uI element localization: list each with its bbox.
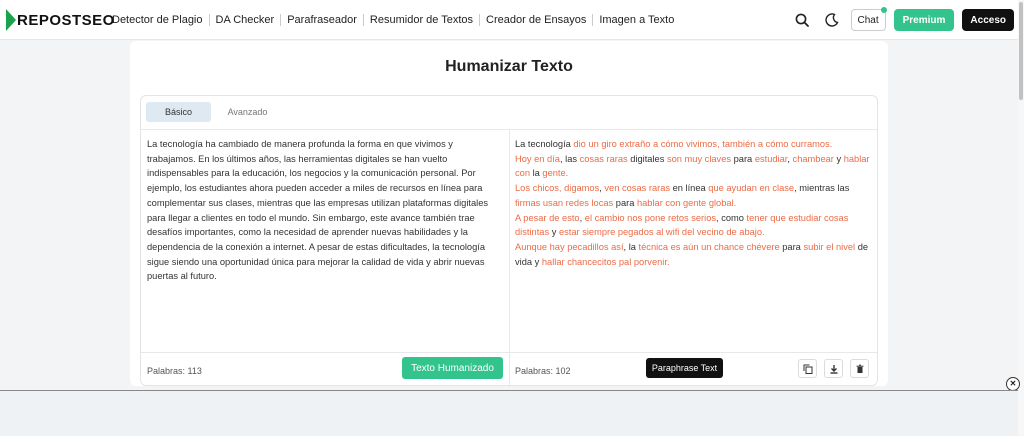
trash-icon[interactable] bbox=[850, 359, 869, 378]
close-icon[interactable]: ✕ bbox=[1006, 377, 1020, 391]
output-sentence: La tecnología dio un giro extraño a cómo… bbox=[515, 137, 870, 152]
nav-item-plagio[interactable]: Detector de Plagio bbox=[106, 14, 210, 26]
humanized-segment: Aunque hay pecadillos así bbox=[515, 241, 624, 252]
humanized-segment: gente. bbox=[542, 168, 569, 179]
humanize-button[interactable]: Texto Humanizado bbox=[402, 357, 503, 379]
original-segment: , mientras las bbox=[794, 183, 850, 194]
logo-text: REPOSTSEO bbox=[17, 11, 115, 29]
original-segment: la bbox=[530, 168, 543, 179]
bottom-banner bbox=[0, 390, 1018, 436]
humanizer-tool: Básico Avanzado La tecnología ha cambiad… bbox=[140, 95, 878, 387]
humanized-segment: hablar con gente global. bbox=[636, 197, 737, 208]
humanized-segment: Hoy en día bbox=[515, 153, 560, 164]
logo-mark bbox=[6, 9, 16, 31]
nav-item-creador-ensayos[interactable]: Creador de Ensayos bbox=[480, 14, 594, 26]
original-segment: para bbox=[779, 241, 804, 252]
header-actions: Chat Premium Acceso bbox=[791, 7, 1014, 32]
nav-item-imagen-texto[interactable]: Imagen a Texto bbox=[593, 14, 680, 26]
mode-tabs: Básico Avanzado bbox=[141, 96, 877, 130]
humanized-segment: firmas usan redes locas bbox=[515, 197, 614, 208]
humanized-segment: subir el nivel bbox=[803, 241, 856, 252]
original-segment: y bbox=[833, 153, 844, 164]
premium-button[interactable]: Premium bbox=[893, 9, 955, 31]
humanized-segment: estar siempre pegados al wifi del vecino… bbox=[558, 227, 765, 238]
original-segment: , como bbox=[716, 212, 747, 223]
humanized-segment: dio un giro extraño a cómo vivimos, tamb… bbox=[573, 139, 833, 149]
tab-basico[interactable]: Básico bbox=[146, 102, 211, 122]
original-segment: para bbox=[731, 153, 755, 164]
nav-item-resumidor[interactable]: Resumidor de Textos bbox=[364, 14, 481, 26]
humanized-segment: son muy claves bbox=[666, 153, 732, 164]
original-segment: , la bbox=[623, 241, 639, 252]
input-pane[interactable]: La tecnología ha cambiado de manera prof… bbox=[141, 130, 510, 352]
paraphrase-button[interactable]: Paraphrase Text bbox=[646, 358, 723, 378]
humanized-segment: hallar chancecitos pal porvenir. bbox=[541, 256, 670, 267]
scrollbar-track[interactable] bbox=[1018, 0, 1024, 435]
input-text[interactable]: La tecnología ha cambiado de manera prof… bbox=[147, 137, 499, 284]
humanized-segment: que ayudan en clase bbox=[708, 183, 795, 194]
top-navigation-bar: REPOSTSEO Detector de Plagio DA Checker … bbox=[0, 0, 1024, 40]
moon-icon[interactable] bbox=[821, 9, 843, 31]
output-sentence: Hoy en día, las cosas raras digitales so… bbox=[515, 152, 870, 181]
chat-status-dot bbox=[880, 7, 887, 13]
scrollbar-thumb[interactable] bbox=[1019, 2, 1023, 100]
humanized-segment: técnica es aún un chance chévere bbox=[638, 241, 780, 252]
humanized-segment: chambear bbox=[792, 153, 834, 164]
main-card: Humanizar Texto Básico Avanzado La tecno… bbox=[130, 41, 888, 387]
nav-item-da-checker[interactable]: DA Checker bbox=[210, 14, 282, 26]
page-title: Humanizar Texto bbox=[445, 58, 573, 75]
original-segment: , las bbox=[559, 153, 580, 164]
humanized-segment: cosas raras bbox=[579, 153, 628, 164]
login-button[interactable]: Acceso bbox=[962, 9, 1014, 31]
output-text: La tecnología dio un giro extraño a cómo… bbox=[515, 137, 870, 269]
input-word-count: Palabras: 113 bbox=[147, 366, 202, 376]
footer-divider bbox=[509, 353, 510, 387]
main-nav: Detector de Plagio DA Checker Parafrasea… bbox=[106, 0, 680, 40]
humanized-segment: Los chicos, digamos bbox=[515, 183, 600, 194]
output-word-count: Palabras: 102 bbox=[515, 366, 571, 376]
search-icon[interactable] bbox=[791, 9, 813, 31]
original-segment: La tecnología bbox=[515, 139, 574, 149]
chat-button[interactable]: Chat bbox=[850, 7, 887, 31]
tab-avanzado[interactable]: Avanzado bbox=[215, 102, 280, 122]
output-sentence: Los chicos, digamos, ven cosas raras en … bbox=[515, 181, 870, 210]
humanized-segment: A pesar de esto bbox=[515, 212, 580, 223]
tool-footer: Palabras: 113 Texto Humanizado Palabras:… bbox=[141, 352, 877, 387]
logo[interactable]: REPOSTSEO bbox=[6, 9, 115, 31]
chat-label: Chat bbox=[857, 14, 879, 26]
humanized-segment: ven cosas raras bbox=[604, 183, 671, 194]
output-pane: La tecnología dio un giro extraño a cómo… bbox=[510, 130, 877, 352]
copy-icon[interactable] bbox=[798, 359, 817, 378]
original-segment: digitales bbox=[627, 153, 667, 164]
output-sentence: A pesar de esto, el cambio nos pone reto… bbox=[515, 211, 870, 240]
nav-item-parafraseador[interactable]: Parafraseador bbox=[281, 14, 364, 26]
output-sentence: Aunque hay pecadillos así, la técnica es… bbox=[515, 240, 870, 269]
original-segment: en línea bbox=[670, 183, 709, 194]
original-segment: y bbox=[549, 227, 559, 238]
humanized-segment: el cambio nos pone retos serios bbox=[584, 212, 717, 223]
download-icon[interactable] bbox=[824, 359, 843, 378]
humanized-segment: estudiar bbox=[754, 153, 788, 164]
original-segment: para bbox=[613, 197, 637, 208]
